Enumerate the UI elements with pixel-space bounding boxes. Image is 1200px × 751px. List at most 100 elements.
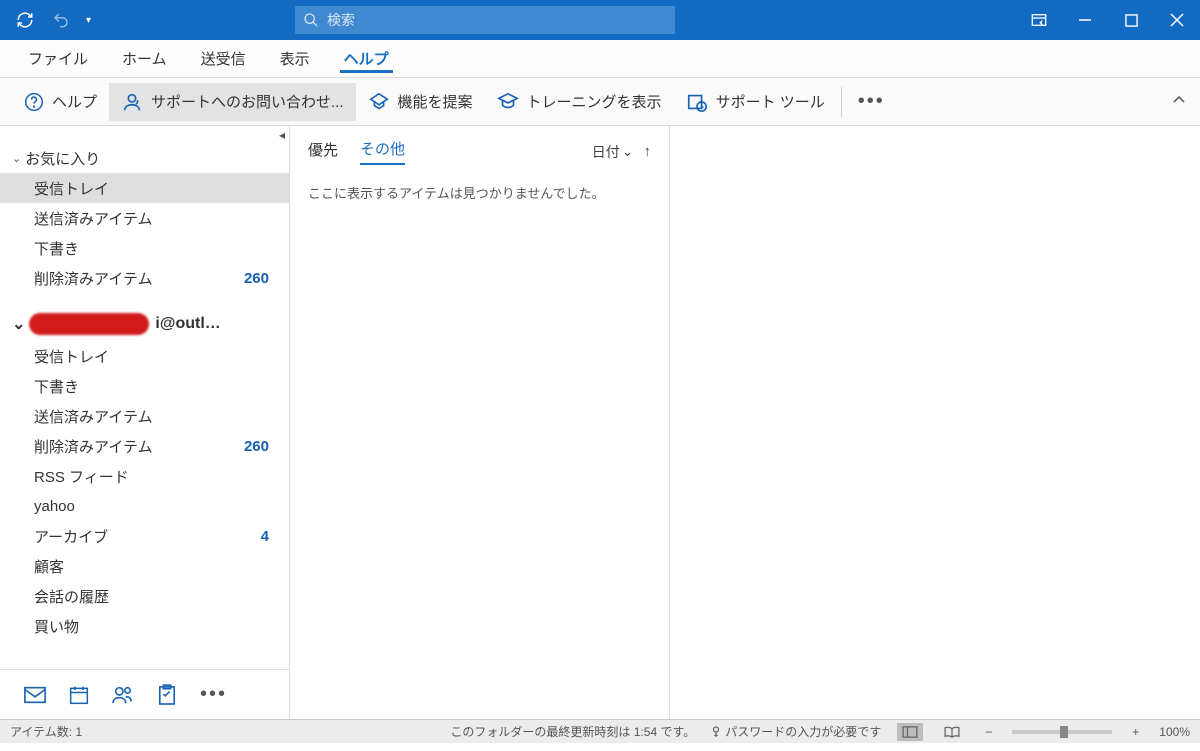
tools-icon (686, 91, 708, 113)
titlebar: ▾ (0, 0, 1200, 40)
module-people[interactable] (104, 676, 142, 714)
tab-other[interactable]: その他 (360, 138, 405, 165)
favorite-item[interactable]: 送信済みアイテム (0, 203, 289, 233)
favorite-item[interactable]: 受信トレイ (0, 173, 289, 203)
ribbon-collapse-button[interactable] (1172, 93, 1186, 110)
status-item-count: アイテム数: 1 (10, 723, 82, 740)
folder-label: 受信トレイ (34, 346, 109, 367)
sort-by-button[interactable]: 日付 ⌄ (592, 142, 634, 162)
folder-label: 会話の履歴 (34, 586, 109, 607)
account-folder-item[interactable]: yahoo (0, 491, 289, 521)
ribbon: ヘルプ サポートへのお問い合わせ... 機能を提案 トレーニングを表示 サポート… (0, 78, 1200, 126)
chevron-down-icon: ⌄ (12, 152, 21, 165)
account-folder-item[interactable]: 削除済みアイテム 260 (0, 431, 289, 461)
zoom-slider[interactable] (1012, 730, 1112, 734)
account-header[interactable]: ⌄ i@outl… (0, 307, 289, 341)
zoom-out[interactable]: − (981, 725, 996, 739)
redacted-account-name (29, 313, 149, 335)
ribbon-suggest-feature[interactable]: 機能を提案 (356, 83, 485, 121)
account-folder-item[interactable]: 受信トレイ (0, 341, 289, 371)
chevron-down-icon: ⌄ (622, 143, 634, 160)
account-folder-item[interactable]: 下書き (0, 371, 289, 401)
folder-label: 下書き (34, 376, 79, 397)
key-icon (711, 726, 721, 738)
sidebar-module-switcher: ••• (0, 669, 289, 719)
training-icon (497, 91, 519, 113)
module-more[interactable]: ••• (192, 683, 235, 706)
folder-label: 顧客 (34, 556, 64, 577)
module-calendar[interactable] (60, 676, 98, 714)
folder-label: 受信トレイ (34, 178, 109, 199)
ribbon-support-tools-label: サポート ツール (716, 91, 825, 112)
sync-button[interactable] (10, 5, 40, 35)
folder-label: アーカイブ (34, 526, 108, 547)
reading-pane (670, 126, 1200, 719)
folder-count: 260 (244, 270, 269, 287)
zoom-in[interactable]: + (1128, 725, 1143, 739)
ribbon-contact-support[interactable]: サポートへのお問い合わせ... (109, 83, 356, 121)
undo-button[interactable] (46, 5, 76, 35)
ribbon-help[interactable]: ヘルプ (12, 83, 109, 121)
folder-label: 下書き (34, 238, 79, 259)
sidebar-collapse-button[interactable]: ◂ (279, 128, 285, 142)
folder-count: 260 (244, 438, 269, 455)
message-list-pane: 優先 その他 日付 ⌄ ↑ ここに表示するアイテムは見つかりませんでした。 (290, 126, 670, 719)
account-folder-item[interactable]: 送信済みアイテム (0, 401, 289, 431)
ribbon-support-tools[interactable]: サポート ツール (674, 83, 837, 121)
folder-label: yahoo (34, 498, 75, 515)
zoom-value[interactable]: 100% (1159, 725, 1190, 739)
folder-label: 送信済みアイテム (34, 406, 153, 427)
ribbon-help-label: ヘルプ (52, 91, 97, 112)
view-reading[interactable] (939, 723, 965, 741)
tab-focused[interactable]: 優先 (308, 139, 338, 164)
favorites-header[interactable]: ⌄ お気に入り (0, 144, 289, 173)
chevron-down-icon: ⌄ (12, 314, 25, 334)
sort-direction-button[interactable]: ↑ (644, 143, 652, 160)
favorite-item[interactable]: 下書き (0, 233, 289, 263)
account-suffix: i@outl… (155, 315, 220, 333)
module-mail[interactable] (16, 676, 54, 714)
status-bar: アイテム数: 1 このフォルダーの最終更新時刻は 1:54 です。 パスワードの… (0, 719, 1200, 743)
ribbon-separator (841, 87, 842, 117)
search-box[interactable] (295, 6, 675, 34)
navigation-pane: ◂ ⌄ お気に入り 受信トレイ送信済みアイテム下書き削除済みアイテム260 ⌄ … (0, 126, 290, 719)
folder-label: 買い物 (34, 616, 79, 637)
search-input[interactable] (327, 12, 667, 28)
folder-label: 削除済みアイテム (34, 436, 153, 457)
account-folder-item[interactable]: RSS フィード (0, 461, 289, 491)
account-folder-item[interactable]: 買い物 (0, 611, 289, 641)
folder-label: RSS フィード (34, 466, 129, 487)
tab-file[interactable]: ファイル (14, 40, 102, 77)
account-folder-item[interactable]: アーカイブ 4 (0, 521, 289, 551)
status-password-needed[interactable]: パスワードの入力が必要です (711, 723, 881, 740)
window-minimize[interactable] (1062, 0, 1108, 40)
menu-tabs: ファイル ホーム 送受信 表示 ヘルプ (0, 40, 1200, 78)
help-icon (24, 92, 44, 112)
tab-view[interactable]: 表示 (266, 40, 324, 77)
status-last-update: このフォルダーの最終更新時刻は 1:54 です。 (450, 723, 695, 740)
ribbon-display-options[interactable] (1016, 0, 1062, 40)
lightbulb-icon (368, 91, 390, 113)
view-normal[interactable] (897, 723, 923, 741)
qat-customize-dropdown[interactable]: ▾ (82, 15, 95, 26)
folder-label: 削除済みアイテム (34, 268, 153, 289)
search-icon (303, 12, 319, 28)
module-tasks[interactable] (148, 676, 186, 714)
account-folder-item[interactable]: 顧客 (0, 551, 289, 581)
folder-count: 4 (261, 528, 269, 545)
empty-list-message: ここに表示するアイテムは見つかりませんでした。 (308, 183, 651, 202)
ribbon-contact-support-label: サポートへのお問い合わせ... (151, 91, 344, 112)
favorite-item[interactable]: 削除済みアイテム 260 (0, 263, 289, 293)
window-maximize[interactable] (1108, 0, 1154, 40)
tab-send-receive[interactable]: 送受信 (187, 40, 260, 77)
headset-icon (121, 91, 143, 113)
ribbon-more[interactable]: ••• (846, 90, 897, 113)
favorites-label: お気に入り (25, 148, 100, 169)
window-close[interactable] (1154, 0, 1200, 40)
tab-home[interactable]: ホーム (108, 40, 181, 77)
ribbon-suggest-feature-label: 機能を提案 (398, 91, 473, 112)
folder-label: 送信済みアイテム (34, 208, 153, 229)
account-folder-item[interactable]: 会話の履歴 (0, 581, 289, 611)
ribbon-show-training[interactable]: トレーニングを表示 (485, 83, 674, 121)
tab-help[interactable]: ヘルプ (330, 40, 403, 77)
